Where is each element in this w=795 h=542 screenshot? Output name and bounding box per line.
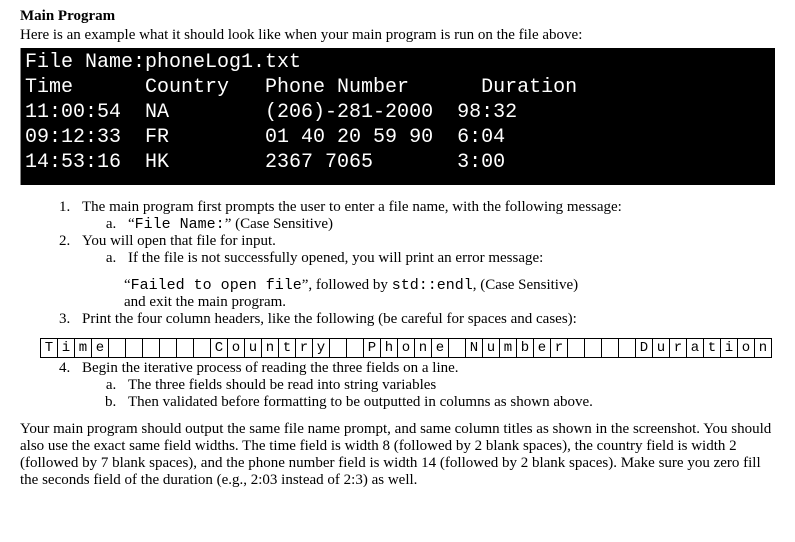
grid-cell [142, 338, 160, 358]
grid-cell: m [74, 338, 92, 358]
grid-cell: D [635, 338, 653, 358]
instructions-list-cont: Print the four column headers, like the … [74, 311, 775, 328]
terminal-line: 11:00:54 NA (206)-281-2000 98:32 [25, 101, 517, 124]
grid-cell: P [363, 338, 381, 358]
grid-cell: t [278, 338, 296, 358]
sub-list: The three fields should be read into str… [120, 377, 775, 411]
closing-paragraph: Your main program should output the same… [20, 421, 775, 489]
code-text: File Name: [135, 216, 225, 233]
terminal-line: File Name:phoneLog1.txt [25, 51, 301, 74]
terminal-line: 14:53:16 HK 2367 7065 3:00 [25, 151, 505, 174]
grid-cell [601, 338, 619, 358]
terminal-line: Time Country Phone Number Duration [25, 76, 577, 99]
grid-cell: r [550, 338, 568, 358]
grid-cell: i [720, 338, 738, 358]
grid-cell: u [482, 338, 500, 358]
grid-cell: n [754, 338, 772, 358]
grid-cell: e [533, 338, 551, 358]
terminal-output: File Name:phoneLog1.txt Time Country Pho… [20, 48, 775, 185]
grid-cell [584, 338, 602, 358]
list-item: The three fields should be read into str… [120, 377, 775, 394]
grid-cell: N [465, 338, 483, 358]
grid-cell [159, 338, 177, 358]
sub-list: If the file is not successfully opened, … [120, 250, 775, 267]
grid-cell: r [295, 338, 313, 358]
list-text: “ [124, 277, 131, 293]
grid-cell: e [431, 338, 449, 358]
grid-cell: e [91, 338, 109, 358]
grid-cell [108, 338, 126, 358]
section-heading: Main Program [20, 8, 775, 25]
grid-cell: n [261, 338, 279, 358]
list-text: ”, followed by [302, 277, 392, 293]
grid-cell: o [397, 338, 415, 358]
continuation-text: and exit the main program. [124, 294, 775, 311]
grid-cell: i [57, 338, 75, 358]
grid-cell [329, 338, 347, 358]
code-text: std::endl [392, 277, 473, 294]
grid-cell: u [652, 338, 670, 358]
list-text: If the file is not successfully opened, … [128, 250, 543, 266]
list-text: The main program first prompts the user … [82, 199, 622, 215]
column-header-grid: TimeCountryPhoneNumberDuration [40, 338, 775, 358]
grid-cell [125, 338, 143, 358]
continuation-text: “Failed to open file”, followed by std::… [124, 277, 775, 294]
code-text: Failed to open file [131, 277, 302, 294]
list-text: “ [128, 216, 135, 232]
grid-cell [618, 338, 636, 358]
list-item: If the file is not successfully opened, … [120, 250, 775, 267]
list-text: Print the four column headers, like the … [82, 311, 577, 327]
grid-cell: o [227, 338, 245, 358]
grid-cell: T [40, 338, 58, 358]
grid-cell: o [737, 338, 755, 358]
intro-text: Here is an example what it should look l… [20, 27, 775, 44]
grid-cell: b [516, 338, 534, 358]
grid-cell [567, 338, 585, 358]
grid-cell [448, 338, 466, 358]
list-item: “File Name:” (Case Sensitive) [120, 216, 775, 233]
sub-list: “File Name:” (Case Sensitive) [120, 216, 775, 233]
list-item: Print the four column headers, like the … [74, 311, 775, 328]
list-text: Begin the iterative process of reading t… [82, 360, 459, 376]
instructions-list-cont2: Begin the iterative process of reading t… [74, 360, 775, 411]
grid-cell: C [210, 338, 228, 358]
list-item: The main program first prompts the user … [74, 199, 775, 233]
grid-cell: a [686, 338, 704, 358]
grid-cell: r [669, 338, 687, 358]
grid-cell: y [312, 338, 330, 358]
terminal-line: 09:12:33 FR 01 40 20 59 90 6:04 [25, 126, 505, 149]
list-text: You will open that file for input. [82, 233, 276, 249]
grid-cell: h [380, 338, 398, 358]
grid-cell: m [499, 338, 517, 358]
list-item: You will open that file for input. If th… [74, 233, 775, 267]
grid-cell: n [414, 338, 432, 358]
instructions-list: The main program first prompts the user … [74, 199, 775, 267]
list-text: , (Case Sensitive) [473, 277, 578, 293]
grid-cell: u [244, 338, 262, 358]
list-item: Then validated before formatting to be o… [120, 394, 775, 411]
grid-cell: t [703, 338, 721, 358]
grid-cell [176, 338, 194, 358]
list-item: Begin the iterative process of reading t… [74, 360, 775, 411]
list-text: ” (Case Sensitive) [225, 216, 333, 232]
grid-cell [346, 338, 364, 358]
grid-cell [193, 338, 211, 358]
